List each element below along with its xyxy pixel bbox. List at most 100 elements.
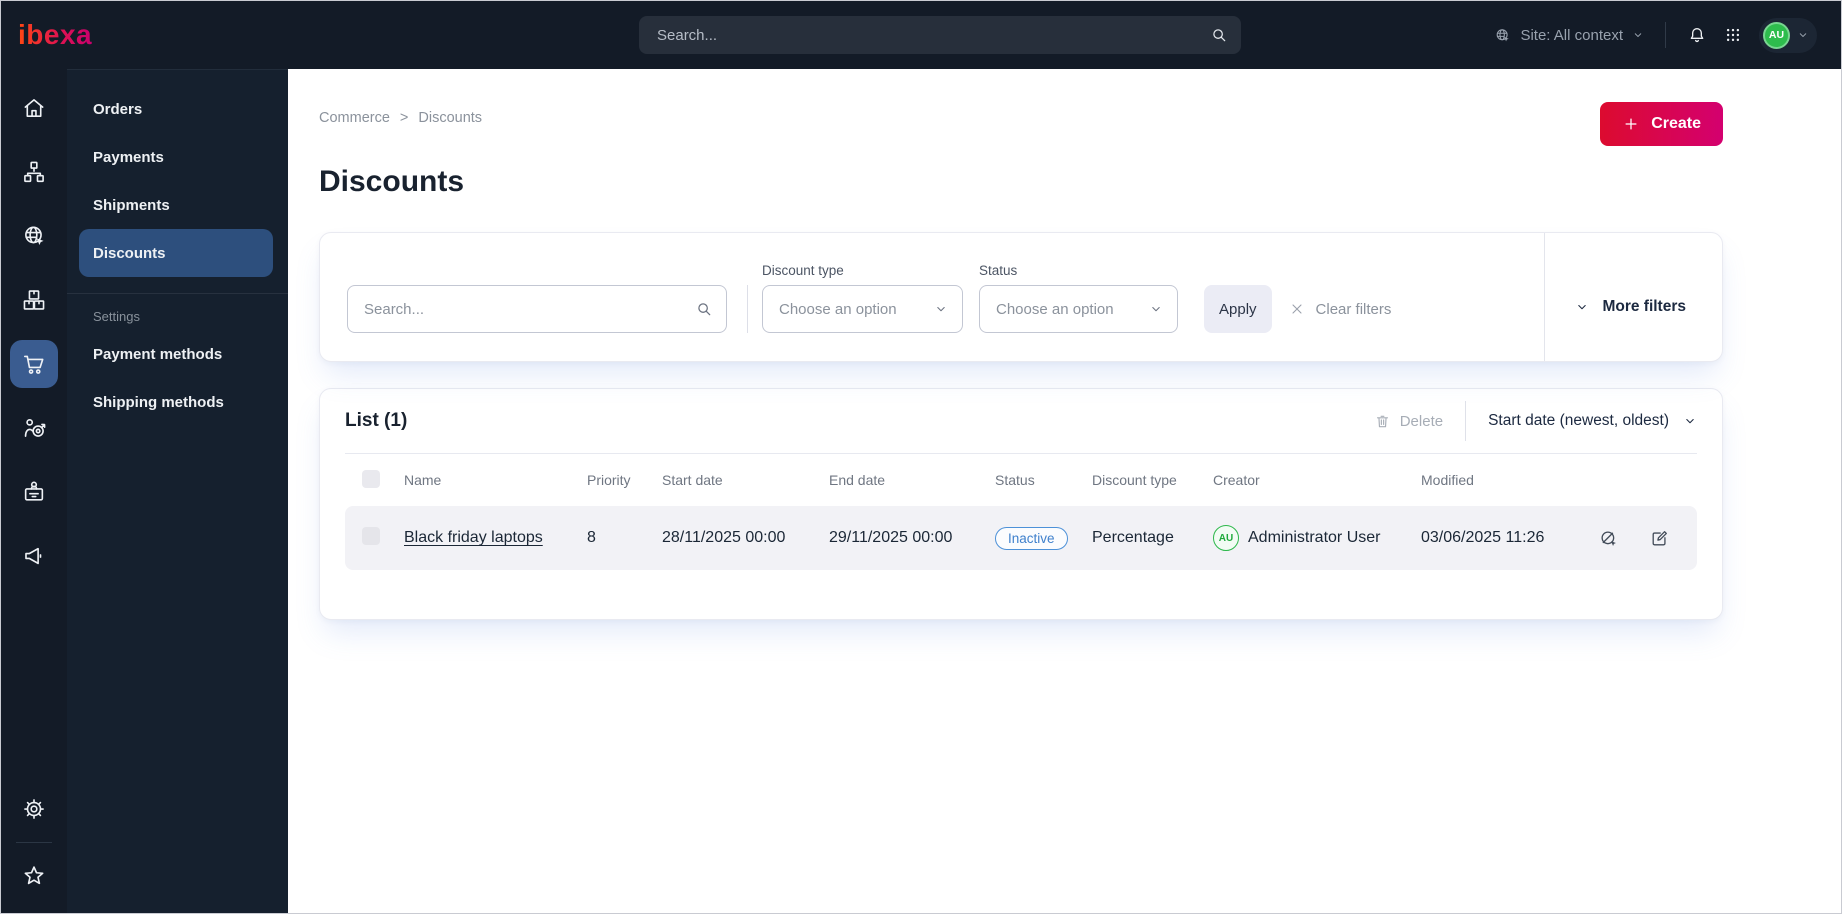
col-header-modified: Modified	[1421, 472, 1474, 488]
filter-search-input[interactable]	[347, 285, 727, 333]
gear-icon	[21, 796, 47, 822]
col-header-priority: Priority	[587, 472, 631, 488]
commerce-cart-icon	[21, 351, 47, 377]
status-field: Status Choose an option	[979, 263, 1178, 333]
home-icon	[21, 95, 47, 121]
row-checkbox[interactable]	[362, 526, 380, 545]
global-search	[639, 16, 1241, 54]
col-header-end-date: End date	[829, 472, 886, 488]
rail-item-people[interactable]	[10, 468, 58, 516]
rail-divider	[16, 842, 52, 843]
clear-filters-label: Clear filters	[1315, 300, 1392, 318]
sidebar-item-orders[interactable]: Orders	[79, 85, 273, 133]
user-avatar: AU	[1763, 21, 1790, 49]
row-priority: 8	[587, 529, 596, 546]
status-value: Choose an option	[996, 300, 1114, 318]
site-globe-icon	[21, 223, 47, 249]
search-icon	[695, 300, 713, 318]
select-all-checkbox[interactable]	[362, 469, 380, 488]
status-select[interactable]: Choose an option	[979, 285, 1178, 333]
breadcrumb-discounts: Discounts	[418, 110, 483, 126]
create-button[interactable]: Create	[1600, 102, 1723, 146]
id-badge-icon	[21, 479, 47, 505]
delete-button[interactable]: Delete	[1374, 413, 1443, 430]
row-discount-type: Percentage	[1092, 529, 1174, 546]
page-title: Discounts	[319, 165, 465, 198]
site-globe-icon	[1494, 27, 1511, 44]
sidebar-item-discounts[interactable]: Discounts	[79, 229, 273, 277]
sort-dropdown[interactable]: Start date (newest, oldest)	[1488, 412, 1697, 430]
edit-icon[interactable]	[1649, 528, 1670, 549]
rail-item-marketing[interactable]	[10, 532, 58, 580]
sidebar-divider	[67, 293, 288, 294]
main-content: Commerce > Discounts Create Discounts Se…	[288, 69, 1841, 913]
rail-item-dashboard[interactable]	[10, 84, 58, 132]
discount-type-field: Discount type Choose an option	[762, 263, 963, 333]
list-title: List (1)	[345, 410, 408, 431]
delete-label: Delete	[1399, 412, 1444, 430]
chevron-down-icon	[1149, 302, 1163, 316]
site-preview-disabled-icon[interactable]	[1598, 528, 1619, 549]
more-filters-button[interactable]: More filters	[1544, 233, 1722, 361]
rail-item-content[interactable]	[10, 148, 58, 196]
rail-item-bookmarks[interactable]	[10, 852, 58, 900]
ibexa-logo[interactable]: ibexa	[18, 19, 92, 51]
commerce-sidebar: Orders Payments Shipments Discounts Sett…	[67, 69, 288, 913]
discount-type-label: Discount type	[762, 263, 844, 278]
col-header-name: Name	[404, 472, 442, 488]
row-modified: 03/06/2025 11:26	[1421, 529, 1545, 546]
col-header-start-date: Start date	[662, 472, 723, 488]
discounts-list-card: List (1) Delete Start date (newest, olde…	[319, 388, 1723, 620]
list-head-divider	[1465, 401, 1467, 441]
clear-filters-button[interactable]: Clear filters	[1289, 285, 1392, 333]
create-button-label: Create	[1651, 115, 1701, 132]
table-header: Name Priority Start date End date Status…	[345, 454, 1697, 506]
sidebar-item-payments[interactable]: Payments	[79, 133, 273, 181]
search-icon	[1210, 26, 1228, 44]
creator-avatar: AU	[1213, 525, 1239, 551]
status-badge: Inactive	[995, 526, 1068, 550]
icon-rail	[1, 69, 67, 913]
chevron-down-icon	[934, 302, 948, 316]
sidebar-item-shipments[interactable]: Shipments	[79, 181, 273, 229]
star-icon	[21, 863, 47, 889]
site-context-label: Site: All context	[1520, 26, 1623, 44]
filter-divider	[747, 285, 748, 333]
breadcrumb: Commerce > Discounts	[319, 102, 482, 126]
breadcrumb-commerce[interactable]: Commerce	[319, 110, 390, 126]
col-header-creator: Creator	[1213, 472, 1260, 488]
rail-item-audience[interactable]	[10, 404, 58, 452]
table-row: Black friday laptops 8 28/11/2025 00:00 …	[345, 506, 1697, 570]
chevron-down-icon	[1575, 300, 1589, 314]
rail-item-products[interactable]	[10, 276, 58, 324]
sort-label: Start date (newest, oldest)	[1488, 412, 1669, 429]
discount-name-link[interactable]: Black friday laptops	[404, 529, 543, 546]
sidebar-section-settings: Settings	[93, 308, 140, 324]
chevron-down-icon	[1683, 414, 1697, 428]
notifications-bell-icon[interactable]	[1687, 25, 1707, 45]
sidebar-item-shipping-methods[interactable]: Shipping methods	[79, 378, 273, 426]
sidebar-item-payment-methods[interactable]: Payment methods	[79, 330, 273, 378]
apps-grid-icon[interactable]	[1724, 26, 1742, 44]
apply-button[interactable]: Apply	[1204, 285, 1272, 333]
site-context-switcher[interactable]: Site: All context	[1494, 27, 1644, 44]
more-filters-label: More filters	[1602, 298, 1686, 315]
discount-type-value: Choose an option	[779, 300, 897, 318]
chevron-down-icon	[1797, 29, 1809, 41]
rail-item-settings[interactable]	[10, 785, 58, 833]
row-end-date: 29/11/2025 00:00	[829, 529, 953, 546]
rail-bottom	[10, 785, 58, 900]
discount-type-select[interactable]: Choose an option	[762, 285, 963, 333]
creator-name: Administrator User	[1248, 529, 1381, 546]
topbar: ibexa Site: All context AU	[1, 1, 1841, 69]
col-header-discount-type: Discount type	[1092, 472, 1177, 488]
sitemap-icon	[21, 159, 47, 185]
rail-item-site[interactable]	[10, 212, 58, 260]
rail-item-commerce[interactable]	[10, 340, 58, 388]
filters-card: Discount type Choose an option Status Ch…	[319, 232, 1723, 362]
products-boxes-icon	[21, 287, 47, 313]
status-label: Status	[979, 263, 1018, 278]
user-menu[interactable]: AU	[1759, 17, 1817, 53]
filter-search	[347, 285, 727, 333]
global-search-input[interactable]	[639, 16, 1241, 54]
